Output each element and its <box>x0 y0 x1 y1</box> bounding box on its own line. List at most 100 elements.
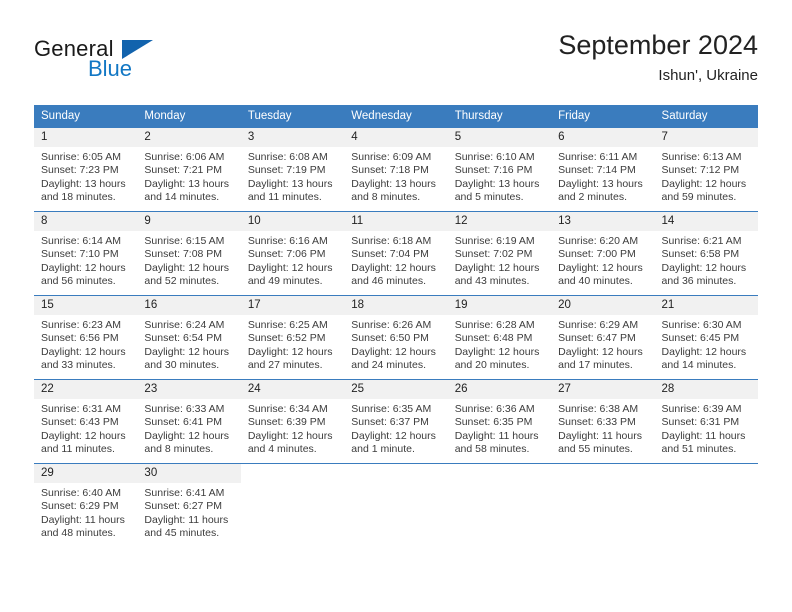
daylight-duration-line1: Daylight: 11 hours <box>661 429 746 442</box>
daylight-duration-line2: and 48 minutes. <box>41 527 116 540</box>
calendar-header-row: Sunday Monday Tuesday Wednesday Thursday… <box>34 105 758 128</box>
day-sun-info: Sunrise: 6:10 AM Sunset: 7:16 PM Daylight:… <box>448 147 551 205</box>
sunrise-time: Sunrise: 6:16 AM <box>247 235 328 247</box>
sunset-time: Sunset: 7:12 PM <box>661 164 740 177</box>
sunrise-time: Sunrise: 6:31 AM <box>41 403 121 415</box>
daylight-duration-line2: and 5 minutes. <box>454 191 524 204</box>
weekday-header-tuesday: Tuesday <box>240 105 345 128</box>
calendar-day-cell <box>447 463 552 547</box>
sunrise-time: Sunrise: 6:19 AM <box>454 235 535 247</box>
sunrise-time: Sunrise: 6:41 AM <box>144 487 225 499</box>
daylight-duration-line2: and 27 minutes. <box>247 359 323 372</box>
calendar-day-cell[interactable]: 22 Sunrise: 6:31 AM Sunset: 6:43 PM Dayligh… <box>34 379 138 464</box>
day-sun-info: Sunrise: 6:23 AM Sunset: 6:56 PM Daylight:… <box>34 315 137 373</box>
day-number: 18 <box>344 296 448 315</box>
calendar-day-cell[interactable]: 10 Sunrise: 6:16 AM Sunset: 7:06 PM Dayligh… <box>240 211 345 296</box>
sunrise-time: Sunrise: 6:40 AM <box>41 487 121 499</box>
general-blue-logo[interactable]: General Blue <box>34 36 234 88</box>
day-sun-info: Sunrise: 6:19 AM Sunset: 7:02 PM Daylight:… <box>448 231 551 289</box>
day-cell-content: 14 Sunrise: 6:21 AM Sunset: 6:58 PM Dayligh… <box>654 212 758 295</box>
calendar-week-row: 1 Sunrise: 6:05 AM Sunset: 7:23 PM Daylight… <box>34 127 758 212</box>
calendar-day-cell[interactable]: 4 Sunrise: 6:09 AM Sunset: 7:18 PM Daylight… <box>344 127 448 212</box>
sunrise-time: Sunrise: 6:34 AM <box>247 403 328 415</box>
calendar-day-cell[interactable]: 26 Sunrise: 6:36 AM Sunset: 6:35 PM Dayligh… <box>447 379 552 464</box>
calendar-day-cell[interactable]: 16 Sunrise: 6:24 AM Sunset: 6:54 PM Dayligh… <box>137 295 241 380</box>
daylight-duration-line1: Daylight: 11 hours <box>144 513 229 526</box>
sunrise-time: Sunrise: 6:23 AM <box>41 319 121 331</box>
sunrise-time: Sunrise: 6:15 AM <box>144 235 225 247</box>
calendar-day-cell[interactable]: 19 Sunrise: 6:28 AM Sunset: 6:48 PM Dayligh… <box>447 295 552 380</box>
calendar-week-row: 15 Sunrise: 6:23 AM Sunset: 6:56 PM Dayligh… <box>34 295 758 380</box>
day-cell-content <box>240 464 345 547</box>
calendar-day-cell[interactable]: 30 Sunrise: 6:41 AM Sunset: 6:27 PM Dayligh… <box>137 463 241 547</box>
sunset-time: Sunset: 6:39 PM <box>247 416 326 429</box>
day-sun-info: Sunrise: 6:08 AM Sunset: 7:19 PM Daylight:… <box>241 147 344 205</box>
calendar-day-cell[interactable]: 24 Sunrise: 6:34 AM Sunset: 6:39 PM Dayligh… <box>240 379 345 464</box>
day-number: 2 <box>137 128 241 147</box>
day-cell-content: 3 Sunrise: 6:08 AM Sunset: 7:19 PM Daylight… <box>240 128 345 211</box>
calendar-day-cell[interactable]: 8 Sunrise: 6:14 AM Sunset: 7:10 PM Daylight… <box>34 211 138 296</box>
daylight-duration-line1: Daylight: 12 hours <box>661 177 747 190</box>
day-number <box>447 464 552 483</box>
day-sun-info: Sunrise: 6:15 AM Sunset: 7:08 PM Daylight:… <box>137 231 240 289</box>
calendar-day-cell[interactable]: 29 Sunrise: 6:40 AM Sunset: 6:29 PM Dayligh… <box>34 463 138 547</box>
daylight-duration-line2: and 11 minutes. <box>247 191 322 204</box>
day-number: 30 <box>137 464 241 483</box>
day-sun-info <box>448 483 551 487</box>
title-block: September 2024 Ishun', Ukraine <box>558 28 758 87</box>
calendar-day-cell[interactable]: 13 Sunrise: 6:20 AM Sunset: 7:00 PM Dayligh… <box>551 211 655 296</box>
calendar-day-cell[interactable]: 23 Sunrise: 6:33 AM Sunset: 6:41 PM Dayligh… <box>137 379 241 464</box>
day-sun-info: Sunrise: 6:38 AM Sunset: 6:33 PM Daylight:… <box>551 399 654 457</box>
calendar-day-cell[interactable]: 21 Sunrise: 6:30 AM Sunset: 6:45 PM Dayligh… <box>654 295 758 380</box>
calendar-day-cell[interactable]: 9 Sunrise: 6:15 AM Sunset: 7:08 PM Daylight… <box>137 211 241 296</box>
day-sun-info: Sunrise: 6:31 AM Sunset: 6:43 PM Daylight:… <box>34 399 137 457</box>
calendar-day-cell <box>240 463 345 547</box>
day-cell-content: 16 Sunrise: 6:24 AM Sunset: 6:54 PM Dayligh… <box>137 296 241 379</box>
calendar-day-cell[interactable]: 2 Sunrise: 6:06 AM Sunset: 7:21 PM Daylight… <box>137 127 241 212</box>
daylight-duration-line1: Daylight: 12 hours <box>661 345 747 358</box>
calendar-day-cell[interactable]: 5 Sunrise: 6:10 AM Sunset: 7:16 PM Daylight… <box>447 127 552 212</box>
day-number: 16 <box>137 296 241 315</box>
calendar-day-cell[interactable]: 7 Sunrise: 6:13 AM Sunset: 7:12 PM Daylight… <box>654 127 758 212</box>
sunrise-time: Sunrise: 6:30 AM <box>661 319 742 331</box>
calendar-day-cell[interactable]: 18 Sunrise: 6:26 AM Sunset: 6:50 PM Dayligh… <box>344 295 448 380</box>
calendar-day-cell[interactable]: 27 Sunrise: 6:38 AM Sunset: 6:33 PM Dayligh… <box>551 379 655 464</box>
day-number: 14 <box>654 212 758 231</box>
day-sun-info: Sunrise: 6:18 AM Sunset: 7:04 PM Daylight:… <box>344 231 447 289</box>
daylight-duration-line2: and 45 minutes. <box>144 527 220 540</box>
calendar-day-cell[interactable]: 25 Sunrise: 6:35 AM Sunset: 6:37 PM Dayligh… <box>344 379 448 464</box>
daylight-duration-line2: and 33 minutes. <box>41 359 116 372</box>
day-cell-content <box>551 464 655 547</box>
calendar-day-cell[interactable]: 20 Sunrise: 6:29 AM Sunset: 6:47 PM Dayligh… <box>551 295 655 380</box>
day-cell-content: 11 Sunrise: 6:18 AM Sunset: 7:04 PM Dayligh… <box>344 212 448 295</box>
daylight-duration-line2: and 24 minutes. <box>351 359 426 372</box>
sunset-time: Sunset: 7:23 PM <box>41 164 119 177</box>
day-cell-content: 19 Sunrise: 6:28 AM Sunset: 6:48 PM Dayligh… <box>447 296 552 379</box>
sunset-time: Sunset: 6:52 PM <box>247 332 326 345</box>
day-number: 12 <box>447 212 552 231</box>
daylight-duration-line1: Daylight: 12 hours <box>41 429 126 442</box>
day-number <box>551 464 655 483</box>
calendar-day-cell[interactable]: 11 Sunrise: 6:18 AM Sunset: 7:04 PM Dayligh… <box>344 211 448 296</box>
daylight-duration-line2: and 56 minutes. <box>41 275 116 288</box>
calendar-day-cell[interactable]: 17 Sunrise: 6:25 AM Sunset: 6:52 PM Dayligh… <box>240 295 345 380</box>
calendar-day-cell[interactable]: 15 Sunrise: 6:23 AM Sunset: 6:56 PM Dayligh… <box>34 295 138 380</box>
sunset-time: Sunset: 7:06 PM <box>247 248 326 261</box>
calendar-day-cell[interactable]: 6 Sunrise: 6:11 AM Sunset: 7:14 PM Daylight… <box>551 127 655 212</box>
day-cell-content: 28 Sunrise: 6:39 AM Sunset: 6:31 PM Dayligh… <box>654 380 758 463</box>
day-sun-info: Sunrise: 6:11 AM Sunset: 7:14 PM Daylight:… <box>551 147 654 205</box>
day-number: 7 <box>654 128 758 147</box>
sunset-time: Sunset: 6:29 PM <box>41 500 119 513</box>
daylight-duration-line1: Daylight: 12 hours <box>558 261 643 274</box>
calendar-day-cell[interactable]: 1 Sunrise: 6:05 AM Sunset: 7:23 PM Daylight… <box>34 127 138 212</box>
calendar-day-cell[interactable]: 12 Sunrise: 6:19 AM Sunset: 7:02 PM Dayligh… <box>447 211 552 296</box>
calendar-day-cell[interactable]: 14 Sunrise: 6:21 AM Sunset: 6:58 PM Dayligh… <box>654 211 758 296</box>
day-sun-info: Sunrise: 6:35 AM Sunset: 6:37 PM Daylight:… <box>344 399 447 457</box>
calendar-day-cell[interactable]: 28 Sunrise: 6:39 AM Sunset: 6:31 PM Dayligh… <box>654 379 758 464</box>
daylight-duration-line1: Daylight: 13 hours <box>41 177 126 190</box>
daylight-duration-line2: and 52 minutes. <box>144 275 220 288</box>
day-number: 26 <box>447 380 552 399</box>
calendar-day-cell[interactable]: 3 Sunrise: 6:08 AM Sunset: 7:19 PM Daylight… <box>240 127 345 212</box>
day-number: 20 <box>551 296 655 315</box>
day-number: 23 <box>137 380 241 399</box>
